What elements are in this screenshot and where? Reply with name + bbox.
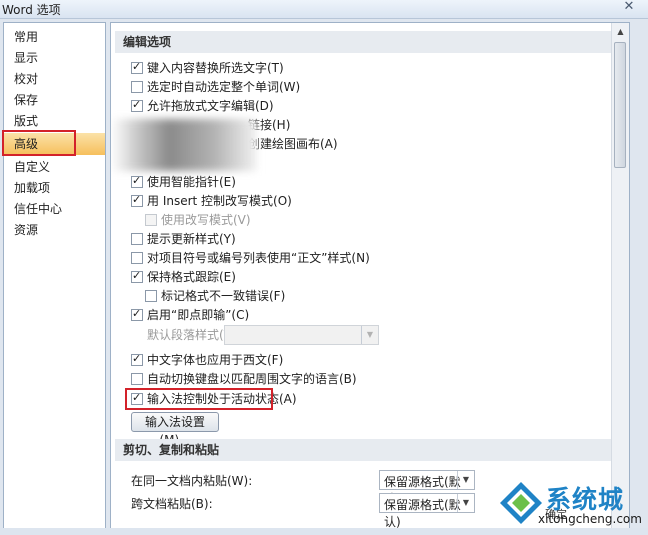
sidebar-item-save[interactable]: 保存 — [4, 90, 105, 110]
sidebar-item-customize[interactable]: 自定义 — [4, 157, 105, 177]
sidebar-item-general[interactable]: 常用 — [4, 27, 105, 47]
checkbox[interactable] — [131, 351, 143, 367]
ime-highlight-box — [125, 388, 273, 410]
default-paragraph-style-select: ▼ — [224, 325, 379, 345]
chevron-down-icon: ▼ — [457, 494, 474, 512]
sidebar-item-display[interactable]: 显示 — [4, 48, 105, 68]
chevron-down-icon: ▼ — [457, 471, 474, 489]
scroll-up-arrow-icon[interactable]: ▲ — [612, 23, 629, 40]
paste-across-documents-select[interactable]: 保留源格式(默认) ▼ — [379, 493, 475, 528]
options-panel: 编辑选项 键入内容替换所选文字(T) 选定时自动选定整个单词(W) 允许拖放式文… — [110, 22, 630, 529]
sidebar-item-resources[interactable]: 资源 — [4, 220, 105, 240]
checkbox[interactable] — [131, 268, 143, 284]
checkbox[interactable] — [131, 373, 143, 385]
watermark: 系统城 xitongcheng.com — [498, 476, 648, 535]
title-bar: Word 选项 ✕ — [0, 0, 648, 19]
watermark-name: 系统城 — [546, 485, 625, 514]
sidebar-item-addins[interactable]: 加载项 — [4, 178, 105, 198]
scrollbar-thumb[interactable] — [614, 42, 626, 168]
checkbox[interactable] — [131, 97, 143, 113]
chevron-down-icon: ▼ — [361, 326, 378, 344]
redacted-area — [111, 119, 257, 171]
ime-settings-button[interactable]: 输入法设置(M)... — [131, 412, 219, 447]
section-edit-options: 编辑选项 — [115, 31, 620, 53]
watermark-url: xitongcheng.com — [538, 512, 642, 526]
paste-same-document-select[interactable]: 保留源格式(默认) ▼ — [379, 470, 475, 506]
checkbox[interactable] — [131, 306, 143, 322]
checkbox[interactable] — [131, 173, 143, 189]
checkbox[interactable] — [131, 252, 143, 264]
sidebar-item-proofing[interactable]: 校对 — [4, 69, 105, 89]
checkbox[interactable] — [131, 192, 143, 208]
checkbox[interactable] — [131, 81, 143, 93]
checkbox — [145, 214, 157, 226]
advanced-highlight-box — [2, 130, 76, 156]
category-sidebar: 常用 显示 校对 保存 版式 高级 自定义 加载项 信任中心 资源 — [3, 22, 106, 529]
close-icon[interactable]: ✕ — [620, 0, 638, 15]
sidebar-item-trust-center[interactable]: 信任中心 — [4, 199, 105, 219]
checkbox[interactable] — [145, 290, 157, 302]
vertical-scrollbar[interactable]: ▲ — [611, 23, 629, 528]
checkbox[interactable] — [131, 233, 143, 245]
window-title: Word 选项 — [2, 3, 61, 17]
checkbox[interactable] — [131, 59, 143, 75]
sidebar-item-layout[interactable]: 版式 — [4, 111, 105, 131]
section-cut-copy-paste: 剪切、复制和粘贴 — [115, 439, 620, 461]
